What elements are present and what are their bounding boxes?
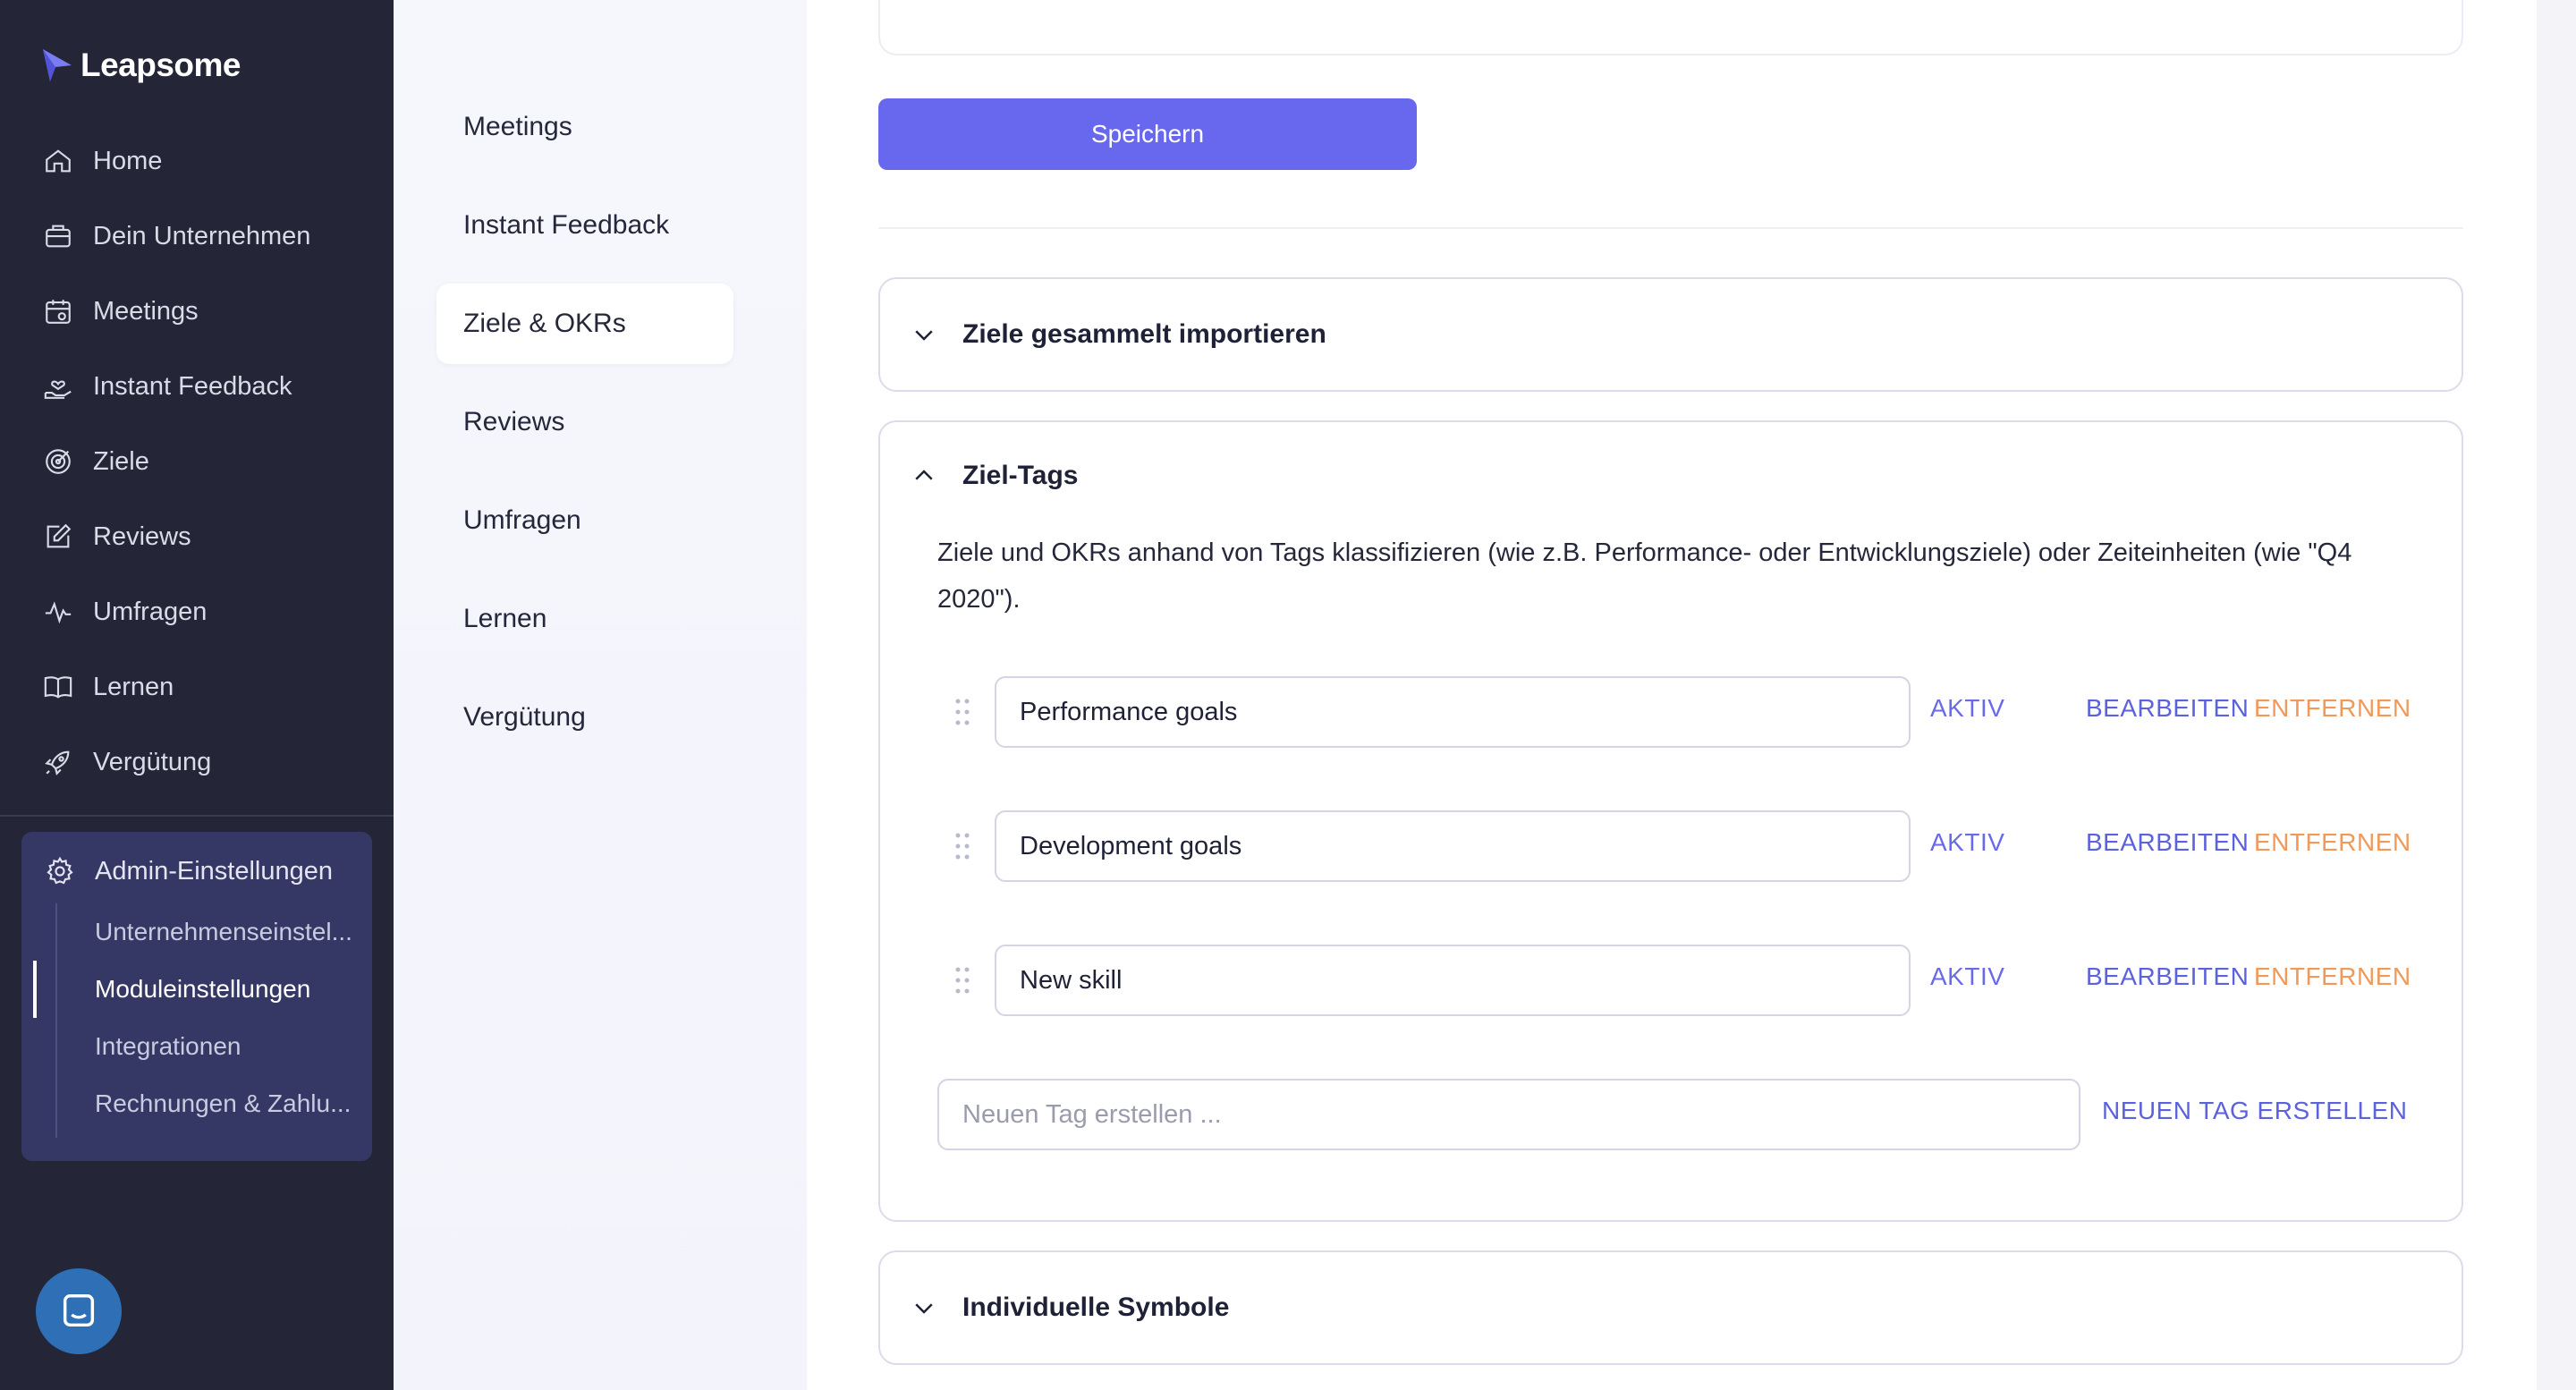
panel-tags-header[interactable]: Ziel-Tags <box>911 422 1078 530</box>
tag-remove-button[interactable]: ENTFERNEN <box>2254 828 2411 857</box>
tag-activate-button[interactable]: AKTIV <box>1930 962 2004 991</box>
home-icon <box>46 149 71 173</box>
submenu-guide-line <box>55 903 57 1138</box>
sidebar-item-label: Admin-Einstellungen <box>95 856 333 886</box>
subnav-item-lernen[interactable]: Lernen <box>436 579 733 659</box>
subnav-item-ziele-okrs[interactable]: Ziele & OKRs <box>436 284 733 364</box>
tag-remove-button[interactable]: ENTFERNEN <box>2254 962 2411 991</box>
tag-edit-button[interactable]: BEARBEITEN <box>2086 694 2249 723</box>
subnav-item-instant-feedback[interactable]: Instant Feedback <box>436 185 733 266</box>
edit-icon <box>47 523 72 548</box>
briefcase-icon <box>46 225 71 248</box>
sidebar-subitem-rechnungen[interactable]: Rechnungen & Zahlu... <box>95 1084 351 1123</box>
sidebar-item-ziele[interactable]: Ziele <box>43 442 149 481</box>
module-subnav: Meetings Instant Feedback Ziele & OKRs R… <box>394 0 807 1390</box>
tag-edit-button[interactable]: BEARBEITEN <box>2086 828 2249 857</box>
sidebar-item-label: Instant Feedback <box>93 371 292 401</box>
tag-name-input[interactable] <box>995 676 1911 748</box>
chevron-down-icon <box>915 330 933 341</box>
sidebar-item-instant-feedback[interactable]: Instant Feedback <box>43 367 292 406</box>
panel-import-header[interactable]: Ziele gesammelt importieren <box>911 279 1326 390</box>
chevron-down-icon <box>915 1303 933 1314</box>
sidebar-item-label: Home <box>93 146 163 175</box>
subnav-item-meetings[interactable]: Meetings <box>436 87 733 167</box>
main-sidebar: Leapsome Home Dein Unternehmen Meetings … <box>0 0 394 1390</box>
sidebar-divider <box>0 815 394 817</box>
sidebar-item-label: Umfragen <box>93 597 208 626</box>
sidebar-item-reviews[interactable]: Reviews <box>43 517 191 556</box>
drag-handle[interactable] <box>953 696 971 728</box>
sidebar-item-label: Dein Unternehmen <box>93 221 311 250</box>
tag-edit-button[interactable]: BEARBEITEN <box>2086 962 2249 991</box>
main-content: Speichern Ziele gesammelt importieren Zi… <box>807 0 2531 1390</box>
tag-remove-button[interactable]: ENTFERNEN <box>2254 694 2411 723</box>
leapsome-logo-icon <box>43 49 72 81</box>
panel-goal-tags: Ziel-Tags Ziele und OKRs anhand von Tags… <box>878 420 2463 1222</box>
sidebar-item-home[interactable]: Home <box>43 141 162 181</box>
page-scroll-rail <box>2537 0 2576 1390</box>
sidebar-item-meetings[interactable]: Meetings <box>43 292 199 331</box>
sidebar-item-lernen[interactable]: Lernen <box>43 667 174 707</box>
tag-name-input[interactable] <box>995 810 1911 882</box>
tag-row: AKTIV BEARBEITEN ENTFERNEN <box>880 810 2465 882</box>
tag-row: AKTIV BEARBEITEN ENTFERNEN <box>880 945 2465 1016</box>
panel-title: Ziel-Tags <box>962 461 1079 490</box>
tag-row: AKTIV BEARBEITEN ENTFERNEN <box>880 676 2465 748</box>
sidebar-item-label: Ziele <box>93 446 149 476</box>
sidebar-item-dein-unternehmen[interactable]: Dein Unternehmen <box>43 216 310 256</box>
tag-activate-button[interactable]: AKTIV <box>1930 694 2004 723</box>
drag-handle[interactable] <box>953 964 971 996</box>
hand-heart-icon <box>44 380 72 399</box>
panel-title: Ziele gesammelt importieren <box>962 319 1326 349</box>
drag-handle[interactable] <box>953 830 971 862</box>
section-divider <box>878 227 2463 229</box>
sidebar-item-umfragen[interactable]: Umfragen <box>43 592 207 631</box>
drag-handle-icon <box>955 699 970 725</box>
drag-handle-icon <box>955 833 970 860</box>
logo[interactable]: Leapsome <box>39 43 242 88</box>
create-tag-button[interactable]: NEUEN TAG ERSTELLEN <box>2102 1097 2407 1125</box>
chat-icon <box>63 1294 95 1327</box>
sidebar-subitem-unternehmenseinstellungen[interactable]: Unternehmenseinstel... <box>95 912 352 952</box>
rocket-icon <box>45 750 70 776</box>
sidebar-subitem-integrationen[interactable]: Integrationen <box>95 1027 241 1066</box>
panel-icons-header[interactable]: Individuelle Symbole <box>911 1252 1229 1363</box>
sidebar-item-label: Lernen <box>93 672 174 701</box>
sidebar-item-label: Meetings <box>93 296 199 326</box>
panel-description: Ziele und OKRs anhand von Tags klassifiz… <box>937 538 2352 614</box>
sidebar-subitem-moduleinstellungen[interactable]: Moduleinstellungen <box>95 970 310 1009</box>
logo-text: Leapsome <box>80 47 242 83</box>
subnav-item-reviews[interactable]: Reviews <box>436 382 733 462</box>
sidebar-item-label: Vergütung <box>93 747 212 776</box>
tag-name-input[interactable] <box>995 945 1911 1016</box>
calendar-icon <box>46 300 71 324</box>
active-indicator <box>33 961 37 1018</box>
new-tag-input[interactable] <box>937 1079 2080 1150</box>
pulse-icon <box>45 601 72 624</box>
sidebar-item-label: Reviews <box>93 521 191 551</box>
subnav-item-umfragen[interactable]: Umfragen <box>436 480 733 561</box>
book-icon <box>44 676 72 699</box>
gear-icon <box>47 856 73 885</box>
chat-launcher-button[interactable] <box>36 1268 122 1354</box>
panel-custom-icons: Individuelle Symbole <box>878 1250 2463 1365</box>
tag-activate-button[interactable]: AKTIV <box>1930 828 2004 857</box>
panel-import-goals: Ziele gesammelt importieren <box>878 277 2463 392</box>
target-icon <box>46 449 71 474</box>
sidebar-item-admin-einstellungen[interactable]: Admin-Einstellungen <box>45 852 333 891</box>
save-button[interactable]: Speichern <box>878 98 1417 170</box>
sidebar-item-verguetung[interactable]: Vergütung <box>43 742 211 782</box>
drag-handle-icon <box>955 967 970 994</box>
chevron-up-icon <box>915 470 933 480</box>
previous-section-card <box>878 0 2463 55</box>
subnav-item-verguetung[interactable]: Vergütung <box>436 677 733 758</box>
panel-title: Individuelle Symbole <box>962 1293 1230 1322</box>
